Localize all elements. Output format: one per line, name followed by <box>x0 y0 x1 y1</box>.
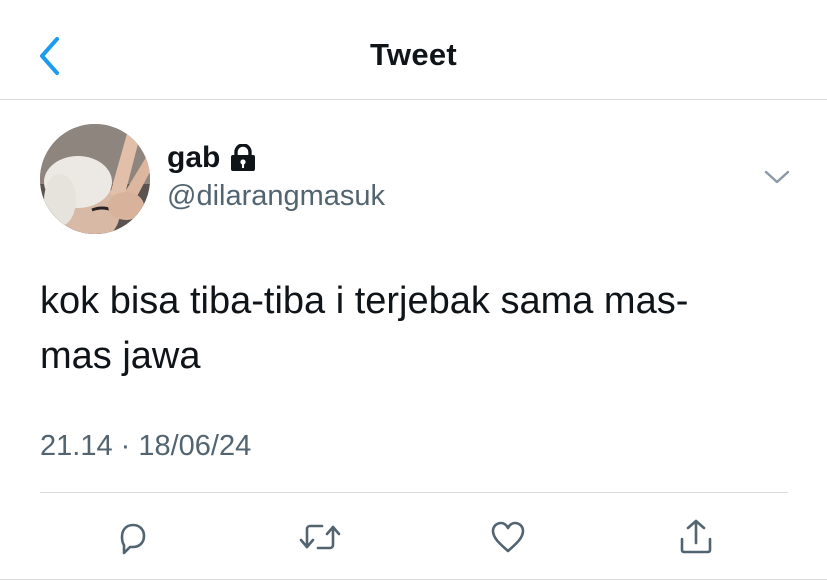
avatar-image <box>40 124 150 234</box>
reply-icon <box>120 523 146 555</box>
author-handle[interactable]: @dilarangmasuk <box>167 180 385 213</box>
share-icon <box>680 519 712 554</box>
divider <box>40 492 788 493</box>
tweet-text-line: mas jawa <box>40 335 201 377</box>
heart-icon <box>491 521 525 553</box>
like-button[interactable] <box>486 515 530 559</box>
share-button[interactable] <box>674 515 718 559</box>
lock-icon <box>228 144 258 172</box>
tweet-detail-screen: Tweet gab @dilarangmasuk kok bisa tiba-t… <box>0 0 827 582</box>
top-bar: Tweet <box>0 0 827 100</box>
more-options-button[interactable] <box>760 162 794 192</box>
author-name[interactable]: gab <box>167 141 220 175</box>
author-name-row: gab <box>167 141 258 175</box>
reply-button[interactable] <box>111 515 155 559</box>
tweet-text: kok bisa tiba-tiba i terjebak sama mas- … <box>40 274 800 384</box>
chevron-down-icon <box>764 170 790 184</box>
avatar[interactable] <box>40 124 150 234</box>
tweet-timestamp[interactable]: 21.14 · 18/06/24 <box>40 430 251 463</box>
retweet-icon <box>299 524 341 550</box>
page-title: Tweet <box>369 37 458 72</box>
divider <box>0 579 827 580</box>
retweet-button[interactable] <box>298 515 342 559</box>
tweet-text-line: kok bisa tiba-tiba i terjebak sama mas- <box>40 280 689 322</box>
